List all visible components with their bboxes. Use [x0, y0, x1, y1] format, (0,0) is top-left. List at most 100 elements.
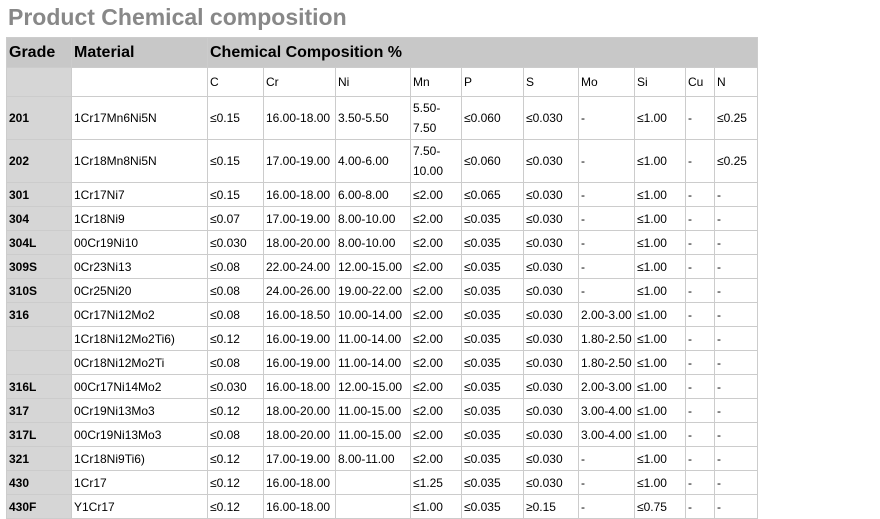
value-cell-c: ≤0.12: [207, 398, 264, 423]
value-cell-mn: ≤2.00: [410, 278, 462, 303]
value-cell-mo: 3.00-4.00: [578, 422, 635, 447]
value-cell-n: -: [713, 494, 759, 519]
value-cell-ni: 19.00-22.00: [335, 278, 411, 303]
value-cell-cr: 16.00-18.50: [263, 302, 336, 327]
value-cell-p: ≤0.060: [461, 96, 524, 140]
table-row: 309S 0Cr23Ni13 ≤0.08 22.00-24.00 12.00-15.00…: [6, 254, 759, 279]
element-header-si: Si: [634, 67, 686, 97]
value-cell-si: ≤1.00: [634, 278, 686, 303]
value-cell-mo: -: [578, 182, 635, 207]
value-cell-cr: 16.00-18.00: [263, 470, 336, 495]
value-cell-si: ≤1.00: [634, 230, 686, 255]
value-cell-cr: 17.00-19.00: [263, 206, 336, 231]
grade-cell: 430: [6, 470, 72, 495]
value-cell-n: -: [713, 374, 759, 399]
value-cell-mn: ≤1.25: [410, 470, 462, 495]
material-cell: 0Cr23Ni13: [71, 254, 208, 279]
value-cell-mo: 3.00-4.00: [578, 398, 635, 423]
value-cell-s: ≤0.030: [523, 278, 579, 303]
value-cell-mn: ≤2.00: [410, 302, 462, 327]
value-cell-mo: -: [578, 206, 635, 231]
value-cell-c: ≤0.08: [207, 278, 264, 303]
value-cell-cr: 18.00-20.00: [263, 398, 336, 423]
value-cell-cu: -: [685, 302, 715, 327]
value-cell-mn: ≤2.00: [410, 446, 462, 471]
value-cell-c: ≤0.08: [207, 422, 264, 447]
value-cell-n: -: [713, 470, 759, 495]
value-cell-ni: [335, 494, 411, 519]
value-cell-cr: 16.00-19.00: [263, 350, 336, 375]
table-row: 304 1Cr18Ni9 ≤0.07 17.00-19.00 8.00-10.00 ≤2.…: [6, 206, 759, 231]
value-cell-s: ≤0.030: [523, 182, 579, 207]
value-cell-n: ≤0.25: [713, 96, 759, 140]
value-cell-ni: 12.00-15.00: [335, 374, 411, 399]
value-cell-cr: 16.00-18.00: [263, 494, 336, 519]
value-cell-mo: 1.80-2.50: [578, 326, 635, 351]
value-cell-ni: [335, 470, 411, 495]
grade-cell: 317: [6, 398, 72, 423]
element-header-row: C Cr Ni Mn P S Mo Si Cu N: [6, 67, 759, 97]
value-cell-s: ≤0.030: [523, 422, 579, 447]
value-cell-s: ≤0.030: [523, 139, 579, 183]
material-cell: 1Cr18Ni9: [71, 206, 208, 231]
value-cell-mo: -: [578, 139, 635, 183]
value-cell-ni: 6.00-8.00: [335, 182, 411, 207]
value-cell-mo: -: [578, 494, 635, 519]
value-cell-p: ≤0.035: [461, 230, 524, 255]
value-cell-c: ≤0.12: [207, 326, 264, 351]
value-cell-p: ≤0.035: [461, 350, 524, 375]
value-cell-mo: -: [578, 230, 635, 255]
value-cell-s: ≤0.030: [523, 350, 579, 375]
value-cell-mn: 5.50-7.50: [410, 96, 462, 140]
value-cell-p: ≤0.060: [461, 139, 524, 183]
material-header: Material: [71, 37, 208, 68]
value-cell-n: -: [713, 398, 759, 423]
material-cell: 0Cr19Ni13Mo3: [71, 398, 208, 423]
value-cell-p: ≤0.035: [461, 374, 524, 399]
value-cell-cu: -: [685, 350, 715, 375]
table-row: 317L 00Cr19Ni13Mo3 ≤0.08 18.00-20.00 11.00-1…: [6, 422, 759, 447]
value-cell-cr: 18.00-20.00: [263, 230, 336, 255]
grade-cell: 316L: [6, 374, 72, 399]
value-cell-ni: 3.50-5.50: [335, 96, 411, 140]
value-cell-cr: 16.00-19.00: [263, 326, 336, 351]
value-cell-si: ≤1.00: [634, 96, 686, 140]
element-header-mo: Mo: [578, 67, 635, 97]
value-cell-cr: 16.00-18.00: [263, 374, 336, 399]
value-cell-p: ≤0.035: [461, 254, 524, 279]
table-row: 316L 00Cr17Ni14Mo2 ≤0.030 16.00-18.00 12.00-…: [6, 374, 759, 399]
value-cell-p: ≤0.035: [461, 398, 524, 423]
value-cell-cu: -: [685, 494, 715, 519]
value-cell-cu: -: [685, 422, 715, 447]
value-cell-mo: -: [578, 446, 635, 471]
value-cell-ni: 11.00-14.00: [335, 326, 411, 351]
value-cell-mo: 2.00-3.00: [578, 302, 635, 327]
table-row: 316 0Cr17Ni12Mo2 ≤0.08 16.00-18.50 10.00-14.…: [6, 302, 759, 327]
value-cell-s: ≤0.030: [523, 470, 579, 495]
value-cell-c: ≤0.12: [207, 494, 264, 519]
grade-cell: [6, 350, 72, 375]
value-cell-cr: 17.00-19.00: [263, 139, 336, 183]
value-cell-p: ≤0.035: [461, 422, 524, 447]
value-cell-cu: -: [685, 206, 715, 231]
value-cell-cu: -: [685, 278, 715, 303]
value-cell-si: ≤1.00: [634, 206, 686, 231]
grade-cell: 321: [6, 446, 72, 471]
material-cell: 0Cr18Ni12Mo2Ti: [71, 350, 208, 375]
table-row: 0Cr18Ni12Mo2Ti ≤0.08 16.00-19.00 11.00-14.0…: [6, 350, 759, 375]
value-cell-s: ≤0.030: [523, 374, 579, 399]
grade-cell: 304: [6, 206, 72, 231]
value-cell-ni: 11.00-14.00: [335, 350, 411, 375]
value-cell-cr: 22.00-24.00: [263, 254, 336, 279]
grade-cell: 317L: [6, 422, 72, 447]
value-cell-cu: -: [685, 96, 715, 140]
value-cell-c: ≤0.030: [207, 374, 264, 399]
table-row: 201 1Cr17Mn6Ni5N ≤0.15 16.00-18.00 3.50-5.50…: [6, 96, 759, 140]
element-header-mn: Mn: [410, 67, 462, 97]
value-cell-p: ≤0.035: [461, 326, 524, 351]
value-cell-mo: -: [578, 96, 635, 140]
value-cell-si: ≤1.00: [634, 470, 686, 495]
value-cell-c: ≤0.15: [207, 139, 264, 183]
value-cell-s: ≤0.030: [523, 446, 579, 471]
grade-cell: 201: [6, 96, 72, 140]
